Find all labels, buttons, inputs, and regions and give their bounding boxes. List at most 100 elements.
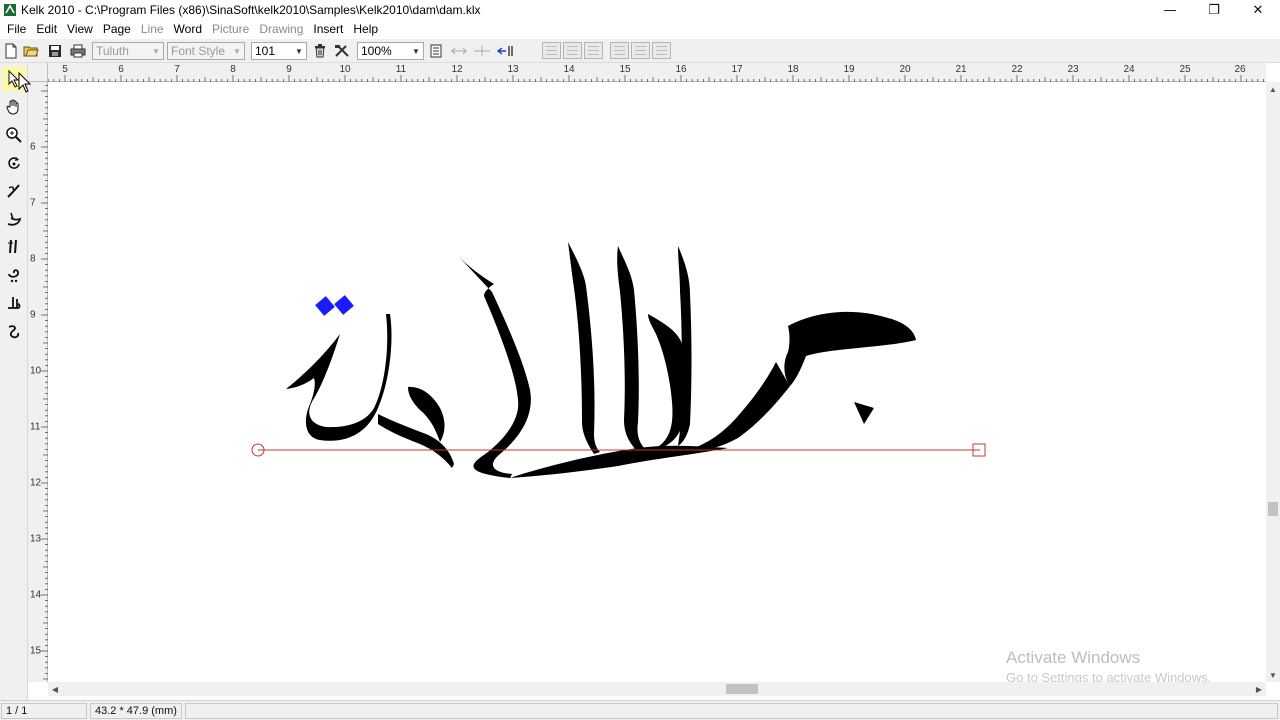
new-file-icon[interactable]: [2, 42, 20, 60]
font-style-select[interactable]: Font Style ▼: [167, 42, 245, 60]
vertical-scrollbar[interactable]: ▲ ▼: [1266, 82, 1280, 682]
hruler-label: 12: [451, 64, 463, 75]
menu-edit[interactable]: Edit: [31, 20, 62, 39]
menu-view[interactable]: View: [62, 20, 98, 39]
menu-page[interactable]: Page: [98, 20, 136, 39]
minimize-button[interactable]: —: [1148, 0, 1192, 20]
vruler-label: 14: [30, 589, 42, 601]
hruler-label: 8: [230, 64, 236, 75]
align-center-button[interactable]: [563, 42, 582, 59]
font-select-value: Tuluth: [96, 44, 129, 58]
tools-icon[interactable]: [333, 42, 351, 60]
vruler-label: 11: [30, 421, 41, 433]
letter-tool-3-icon[interactable]: [2, 235, 26, 259]
vruler-label: 9: [30, 309, 36, 321]
save-icon[interactable]: [46, 42, 64, 60]
close-button[interactable]: ✕: [1236, 0, 1280, 20]
vruler-label: 15: [30, 645, 42, 657]
menu-line[interactable]: Line: [136, 20, 169, 39]
horizontal-scrollbar[interactable]: ◀ ▶: [48, 682, 1266, 696]
scroll-down-icon[interactable]: ▼: [1266, 668, 1280, 682]
hand-pan-icon[interactable]: [2, 95, 26, 119]
status-bar: 1 / 1 43.2 * 47.9 (mm): [0, 700, 1280, 720]
vruler-label: 6: [30, 141, 36, 153]
scroll-up-icon[interactable]: ▲: [1266, 82, 1280, 96]
kashida-right-icon[interactable]: [473, 42, 491, 60]
letter-tool-4-icon[interactable]: [2, 263, 26, 287]
vruler-label: 10: [30, 365, 42, 377]
zoom-select[interactable]: 100% ▼: [357, 42, 424, 60]
title-bar: Kelk 2010 - C:\Program Files (x86)\SinaS…: [0, 0, 1280, 20]
hruler-label: 18: [787, 64, 799, 75]
align-left-button[interactable]: [542, 42, 561, 59]
hruler-label: 5: [62, 64, 68, 75]
justify-right-button[interactable]: [652, 42, 671, 59]
rotate-icon[interactable]: [2, 151, 26, 175]
window-controls: — ❐ ✕: [1148, 0, 1280, 20]
page-view-icon[interactable]: [427, 42, 445, 60]
letter-tool-6-icon[interactable]: [2, 319, 26, 343]
font-style-value: Font Style: [171, 44, 226, 58]
hruler-label: 24: [1123, 64, 1135, 75]
hruler-label: 6: [118, 64, 124, 75]
vertical-scroll-thumb[interactable]: [1268, 502, 1278, 516]
tool-palette: [0, 63, 28, 700]
kashida-left-icon[interactable]: [450, 42, 468, 60]
size-select[interactable]: 101 ▼: [251, 42, 307, 60]
menu-help[interactable]: Help: [348, 20, 383, 39]
vruler-label: 13: [30, 533, 42, 545]
chevron-down-icon: ▼: [412, 46, 420, 56]
hruler-label: 14: [563, 64, 575, 75]
hruler-label: 16: [675, 64, 687, 75]
open-folder-icon[interactable]: [22, 42, 40, 60]
menu-picture[interactable]: Picture: [207, 20, 254, 39]
hruler-label: 22: [1011, 64, 1023, 75]
menu-file[interactable]: File: [2, 20, 31, 39]
hruler-label: 19: [843, 64, 855, 75]
vruler-label: 12: [30, 477, 42, 489]
window-title: Kelk 2010 - C:\Program Files (x86)\SinaS…: [21, 3, 481, 17]
hruler-label: 7: [174, 64, 180, 75]
app-icon: [4, 4, 16, 16]
justify-left-button[interactable]: [610, 42, 629, 59]
vertical-ruler: 6 7 8 9 10 11 12 13 14 15: [28, 82, 48, 682]
print-icon[interactable]: [69, 42, 87, 60]
status-message: [185, 703, 1278, 719]
restore-button[interactable]: ❐: [1192, 0, 1236, 20]
horizontal-scroll-thumb[interactable]: [726, 684, 758, 694]
hruler-label: 10: [339, 64, 351, 75]
document-canvas[interactable]: [48, 82, 1266, 682]
hruler-label: 23: [1067, 64, 1079, 75]
rtl-direction-icon[interactable]: [496, 42, 514, 60]
letter-tool-2-icon[interactable]: [2, 207, 26, 231]
hruler-label: 13: [507, 64, 519, 75]
hruler-label: 21: [955, 64, 967, 75]
scroll-left-icon[interactable]: ◀: [48, 682, 62, 696]
toolbar: Tuluth ▼ Font Style ▼ 101 ▼ 100% ▼: [0, 39, 1280, 63]
align-right-button[interactable]: [584, 42, 603, 59]
hruler-label: 26: [1234, 64, 1246, 75]
calligraphy-artwork[interactable]: [48, 82, 1266, 682]
font-select[interactable]: Tuluth ▼: [92, 42, 164, 60]
chevron-down-icon: ▼: [233, 46, 241, 56]
horizontal-ruler: 5 6 7 8 9 10 11 12 13 14 15 16 17 18 19 …: [48, 63, 1266, 82]
scroll-right-icon[interactable]: ▶: [1252, 682, 1266, 696]
menu-insert[interactable]: Insert: [308, 20, 348, 39]
mouse-cursor-icon: [18, 72, 32, 93]
hruler-label: 20: [899, 64, 911, 75]
vruler-label: 7: [30, 197, 36, 209]
zoom-magnifier-icon[interactable]: [2, 123, 26, 147]
hruler-label: 11: [395, 64, 407, 75]
letter-tool-5-icon[interactable]: [2, 291, 26, 315]
letter-tool-1-icon[interactable]: [2, 179, 26, 203]
menu-word[interactable]: Word: [169, 20, 207, 39]
hruler-label: 9: [286, 64, 292, 75]
delete-icon[interactable]: [311, 42, 329, 60]
menu-drawing[interactable]: Drawing: [254, 20, 308, 39]
vruler-label: 8: [30, 253, 36, 265]
zoom-value: 100%: [361, 44, 392, 58]
chevron-down-icon: ▼: [295, 46, 303, 56]
menu-bar: File Edit View Page Line Word Picture Dr…: [0, 20, 1280, 39]
calligraphy-word[interactable]: [286, 242, 916, 478]
justify-center-button[interactable]: [631, 42, 650, 59]
